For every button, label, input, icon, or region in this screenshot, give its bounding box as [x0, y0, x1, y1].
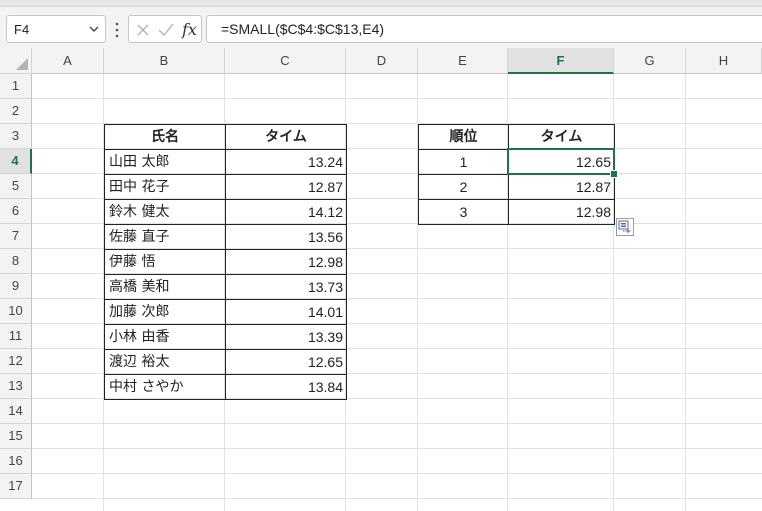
row-gridline [32, 448, 762, 449]
time-cell[interactable]: 13.73 [225, 274, 347, 300]
row-header-8[interactable]: 8 [0, 249, 32, 274]
fill-handle[interactable] [610, 170, 618, 178]
formula-text: =SMALL($C$4:$C$13,E4) [221, 21, 385, 37]
column-header-e[interactable]: E [418, 48, 508, 74]
name-header-cell[interactable]: 氏名 [104, 124, 226, 150]
name-cell[interactable]: 伊藤 悟 [104, 249, 226, 275]
spreadsheet-app: F4 fx =SMALL($C$4:$C$13,E4) A B C D E F … [0, 0, 762, 511]
row-header-15[interactable]: 15 [0, 424, 32, 449]
rank-cell[interactable]: 3 [418, 199, 509, 225]
rank-cell[interactable]: 2 [418, 174, 509, 200]
row-gridline [32, 423, 762, 424]
row-header-16[interactable]: 16 [0, 449, 32, 474]
column-header-d[interactable]: D [346, 48, 418, 74]
name-box[interactable]: F4 [6, 15, 106, 43]
close-icon[interactable] [136, 23, 150, 37]
result-time-cell[interactable]: 12.98 [508, 199, 615, 225]
rank-cell[interactable]: 1 [418, 149, 509, 175]
name-cell[interactable]: 渡辺 裕太 [104, 349, 226, 375]
row-gridline [32, 498, 762, 499]
time-header-cell[interactable]: タイム [225, 124, 347, 150]
chevron-down-icon[interactable] [89, 25, 99, 33]
column-header-b[interactable]: B [104, 48, 225, 74]
row-header-4[interactable]: 4 [0, 149, 32, 174]
column-header-c[interactable]: C [225, 48, 346, 74]
time-cell[interactable]: 12.98 [225, 249, 347, 275]
row-header-2[interactable]: 2 [0, 99, 32, 124]
name-cell[interactable]: 田中 花子 [104, 174, 226, 200]
row-header-5[interactable]: 5 [0, 174, 32, 199]
column-header-a[interactable]: A [32, 48, 104, 74]
row-gridline [32, 98, 762, 99]
row-header-11[interactable]: 11 [0, 324, 32, 349]
name-cell[interactable]: 加藤 次郎 [104, 299, 226, 325]
row-header-3[interactable]: 3 [0, 124, 32, 149]
result-time-cell[interactable]: 12.87 [508, 174, 615, 200]
paste-options-icon[interactable] [616, 218, 634, 236]
time-cell[interactable]: 14.01 [225, 299, 347, 325]
column-gridline [685, 74, 686, 511]
name-cell[interactable]: 小林 由香 [104, 324, 226, 350]
time-cell[interactable]: 14.12 [225, 199, 347, 225]
row-header-12[interactable]: 12 [0, 349, 32, 374]
formula-buttons: fx [128, 15, 202, 43]
column-header-h[interactable]: H [686, 48, 762, 74]
select-all-button[interactable] [0, 48, 32, 74]
name-cell[interactable]: 鈴木 健太 [104, 199, 226, 225]
row-header-14[interactable]: 14 [0, 399, 32, 424]
time-cell[interactable]: 13.56 [225, 224, 347, 250]
result-time-header-cell[interactable]: タイム [508, 124, 615, 150]
name-cell[interactable]: 佐藤 直子 [104, 224, 226, 250]
row-header-1[interactable]: 1 [0, 74, 32, 99]
column-header-g[interactable]: G [614, 48, 686, 74]
name-cell[interactable]: 高橋 美和 [104, 274, 226, 300]
check-icon[interactable] [158, 23, 174, 37]
row-header-10[interactable]: 10 [0, 299, 32, 324]
worksheet-grid[interactable]: ABCDEFGH 1 2 3 4 5 6 7 8 9 10 11 12 13 14 15 16 17 氏名 タイム… [0, 48, 762, 511]
active-cell-selection [507, 148, 615, 175]
row-gridline [32, 473, 762, 474]
vertical-dots-icon[interactable] [114, 20, 120, 40]
select-all-icon [16, 58, 28, 70]
name-cell[interactable]: 山田 太郎 [104, 149, 226, 175]
time-cell[interactable]: 12.65 [225, 349, 347, 375]
row-header-9[interactable]: 9 [0, 274, 32, 299]
fx-icon[interactable]: fx [182, 20, 197, 39]
column-header-f[interactable]: F [508, 48, 614, 74]
formula-input[interactable]: =SMALL($C$4:$C$13,E4) [206, 15, 762, 43]
time-cell[interactable]: 12.87 [225, 174, 347, 200]
row-header-13[interactable]: 13 [0, 374, 32, 399]
row-header-7[interactable]: 7 [0, 224, 32, 249]
clipboard-icon [618, 220, 631, 233]
time-cell[interactable]: 13.24 [225, 149, 347, 175]
row-header-6[interactable]: 6 [0, 199, 32, 224]
time-cell[interactable]: 13.84 [225, 374, 347, 400]
time-cell[interactable]: 13.39 [225, 324, 347, 350]
rank-header-cell[interactable]: 順位 [418, 124, 509, 150]
formula-bar: F4 fx =SMALL($C$4:$C$13,E4) [0, 0, 762, 48]
row-header-17[interactable]: 17 [0, 474, 32, 499]
name-cell[interactable]: 中村 さやか [104, 374, 226, 400]
window-top-edge [0, 0, 762, 7]
name-box-value: F4 [14, 22, 30, 37]
